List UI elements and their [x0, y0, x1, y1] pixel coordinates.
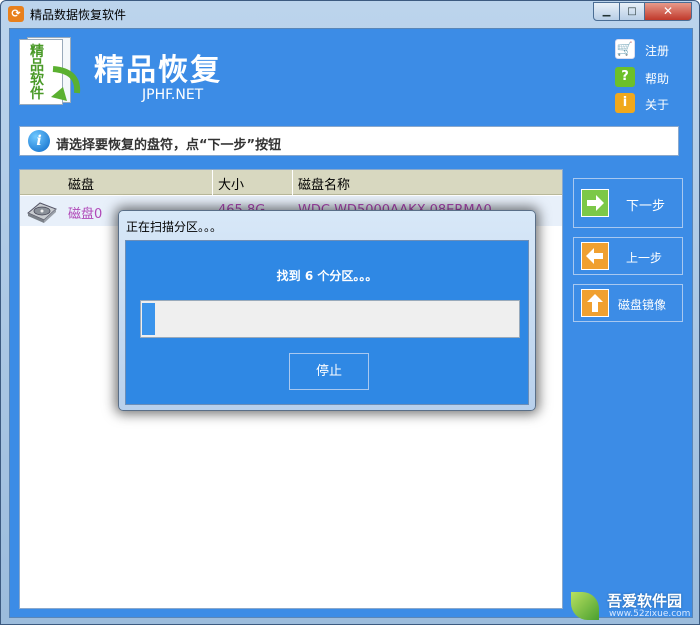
about-label: 关于 [645, 98, 670, 112]
disk-image-button[interactable]: 磁盘镜像 [573, 284, 683, 322]
app-icon: ⟳ [8, 6, 24, 22]
scan-status: 找到 6 个分区。。。 [276, 269, 378, 283]
cart-icon: 🛒 [615, 39, 635, 59]
progress-fill [142, 303, 155, 335]
window-title: 精品数据恢复软件 [30, 8, 127, 22]
scan-dialog: 正在扫描分区。。。 找到 6 个分区。。。 停止 [118, 210, 536, 411]
app-site: JPHF.NET [142, 87, 204, 103]
title-bar[interactable]: ⟳ 精品数据恢复软件 ▁ □ ✕ [1, 1, 699, 27]
arrow-left-icon [581, 242, 609, 270]
dialog-body: 找到 6 个分区。。。 停止 [125, 240, 529, 405]
column-header-size[interactable]: 大小 [218, 174, 244, 193]
info-icon: i [615, 93, 635, 113]
logo-char: 品 [30, 58, 44, 74]
watermark-text: 吾爱软件园 [607, 592, 683, 610]
next-step-button[interactable]: 下一步 [573, 178, 683, 228]
info-icon: i [28, 130, 50, 152]
instruction-bar: i 请选择要恢复的盘符，点“下一步”按钮 [19, 126, 679, 156]
leaf-icon [571, 592, 599, 620]
disk-image-label: 磁盘镜像 [618, 298, 667, 312]
scan-progress-bar [140, 300, 520, 338]
register-label: 注册 [645, 44, 670, 58]
column-header-disk[interactable]: 磁盘 [68, 174, 94, 193]
arrow-right-icon [581, 189, 609, 217]
column-divider[interactable] [292, 170, 293, 195]
logo-char: 精 [30, 44, 44, 60]
watermark: 吾爱软件园 www.52zixue.com [569, 586, 697, 624]
next-step-label: 下一步 [626, 199, 666, 214]
prev-step-button[interactable]: 上一步 [573, 237, 683, 275]
instruction-text: 请选择要恢复的盘符，点“下一步”按钮 [56, 138, 282, 153]
app-window: ⟳ 精品数据恢复软件 ▁ □ ✕ 精 品 软 件 精品恢复 JPHF.NET 🛒… [0, 0, 700, 625]
close-button[interactable]: ✕ [644, 2, 692, 21]
help-label: 帮助 [645, 72, 670, 86]
maximize-button[interactable]: □ [619, 2, 645, 21]
column-header-name[interactable]: 磁盘名称 [298, 174, 350, 193]
disk-id: 磁盘0 [68, 207, 103, 222]
table-header: 磁盘 大小 磁盘名称 [20, 170, 562, 195]
app-logo: 精 品 软 件 [19, 37, 87, 109]
app-name: 精品恢复 [94, 53, 222, 88]
arrow-up-icon [581, 289, 609, 317]
logo-arrow-icon [51, 66, 81, 101]
stop-button[interactable]: 停止 [289, 353, 369, 390]
logo-chars: 精 品 软 件 [22, 45, 52, 101]
logo-char: 件 [30, 86, 44, 102]
prev-step-label: 上一步 [626, 251, 663, 265]
logo-char: 软 [30, 72, 44, 88]
column-divider[interactable] [212, 170, 213, 195]
minimize-button[interactable]: ▁ [593, 2, 620, 21]
hard-disk-icon [27, 202, 57, 223]
question-icon: ? [615, 67, 635, 87]
watermark-url: www.52zixue.com [609, 609, 691, 619]
dialog-title[interactable]: 正在扫描分区。。。 [126, 218, 222, 235]
